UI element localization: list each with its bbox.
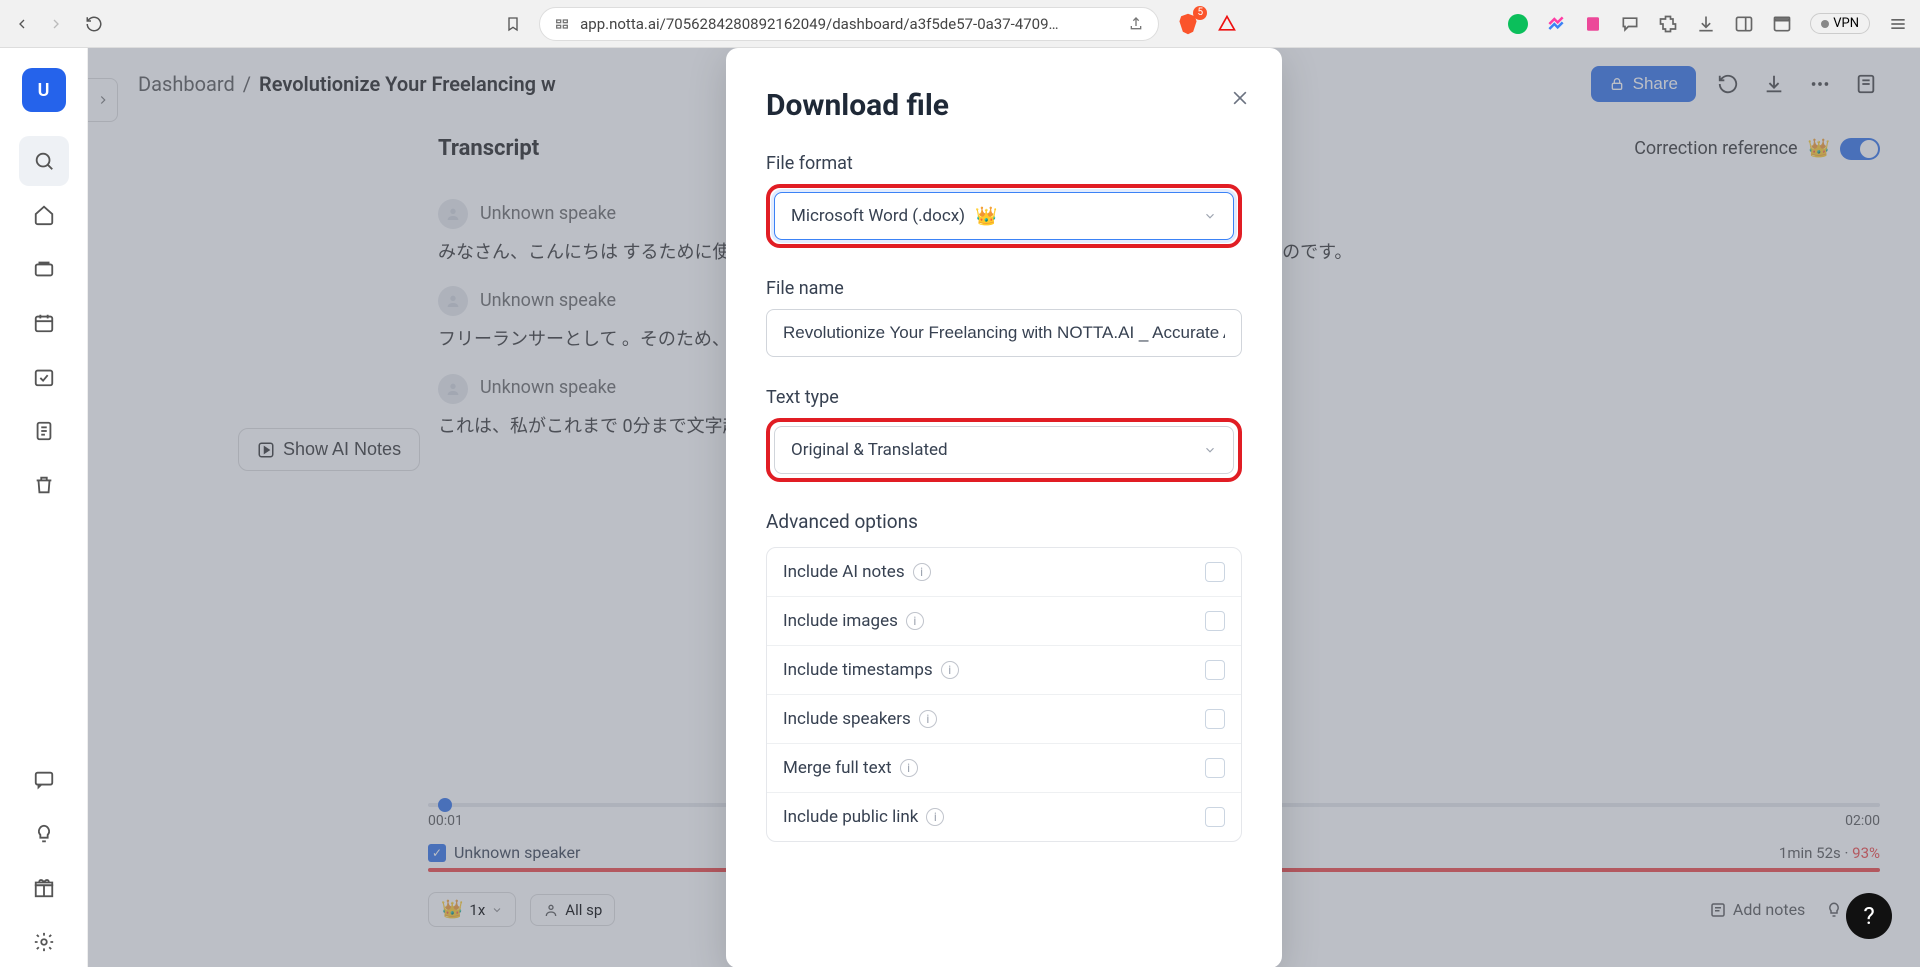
shield-count: 5 bbox=[1193, 6, 1207, 20]
content-pane: Dashboard / Revolutionize Your Freelanci… bbox=[88, 48, 1920, 967]
highlight-ring: Microsoft Word (.docx) 👑 bbox=[766, 184, 1242, 248]
modal-close-button[interactable] bbox=[1226, 84, 1254, 112]
file-name-label: File name bbox=[766, 278, 1242, 299]
vpn-label: VPN bbox=[1833, 16, 1859, 31]
rail-trash-button[interactable] bbox=[19, 460, 69, 510]
text-type-label: Text type bbox=[766, 387, 1242, 408]
extensions-button[interactable] bbox=[1658, 14, 1678, 34]
adv-option-images[interactable]: Include images i bbox=[767, 597, 1241, 646]
file-format-value: Microsoft Word (.docx) bbox=[791, 206, 965, 226]
vpn-button[interactable]: VPN bbox=[1810, 13, 1870, 34]
adv-option-label: Include speakers bbox=[783, 709, 911, 729]
info-icon[interactable]: i bbox=[919, 710, 937, 728]
nav-back-button[interactable] bbox=[12, 14, 32, 34]
adv-option-checkbox[interactable] bbox=[1205, 611, 1225, 631]
modal-overlay[interactable]: Download file File format Microsoft Word… bbox=[88, 48, 1920, 967]
info-icon[interactable]: i bbox=[926, 808, 944, 826]
extension-colorful-icon[interactable] bbox=[1546, 14, 1566, 34]
rail-gift-button[interactable] bbox=[19, 863, 69, 913]
advanced-options-label: Advanced options bbox=[766, 510, 1242, 533]
downloads-button[interactable] bbox=[1696, 14, 1716, 34]
sidepanel-button[interactable] bbox=[1734, 14, 1754, 34]
rail-search-button[interactable] bbox=[19, 136, 69, 186]
modal-title: Download file bbox=[766, 88, 1242, 123]
vpn-status-dot bbox=[1821, 20, 1829, 28]
help-fab[interactable]: ? bbox=[1846, 893, 1892, 939]
avatar-letter: U bbox=[38, 80, 50, 101]
left-rail: U bbox=[0, 48, 88, 967]
url-text: app.notta.ai/705628428089216​2049/dashbo… bbox=[580, 15, 1118, 33]
chevron-down-icon bbox=[1203, 209, 1217, 223]
site-settings-icon bbox=[554, 16, 570, 32]
share-url-icon[interactable] bbox=[1128, 16, 1144, 32]
bookmark-button[interactable] bbox=[503, 14, 523, 34]
rail-feedback-button[interactable] bbox=[19, 755, 69, 805]
adv-option-checkbox[interactable] bbox=[1205, 758, 1225, 778]
rail-settings-button[interactable] bbox=[19, 917, 69, 967]
highlight-ring: Original & Translated bbox=[766, 418, 1242, 482]
adv-option-label: Include images bbox=[783, 611, 898, 631]
close-icon bbox=[1230, 88, 1250, 108]
adv-option-public-link[interactable]: Include public link i bbox=[767, 793, 1241, 841]
browser-chrome: app.notta.ai/705628428089216​2049/dashbo… bbox=[0, 0, 1920, 48]
file-name-input-wrap bbox=[766, 309, 1242, 357]
file-name-input[interactable] bbox=[783, 323, 1225, 343]
info-icon[interactable]: i bbox=[906, 612, 924, 630]
extension-chat-icon[interactable] bbox=[1620, 14, 1640, 34]
rail-schedule-button[interactable] bbox=[19, 352, 69, 402]
nav-forward-button[interactable] bbox=[46, 14, 66, 34]
text-type-value: Original & Translated bbox=[791, 440, 948, 460]
adv-option-checkbox[interactable] bbox=[1205, 660, 1225, 680]
extension-notes-icon[interactable] bbox=[1584, 14, 1602, 34]
rail-doc-button[interactable] bbox=[19, 406, 69, 456]
crown-icon: 👑 bbox=[975, 206, 997, 227]
info-icon[interactable]: i bbox=[913, 563, 931, 581]
rail-folder-button[interactable] bbox=[19, 244, 69, 294]
wallet-button[interactable] bbox=[1772, 14, 1792, 34]
file-format-select[interactable]: Microsoft Word (.docx) 👑 bbox=[774, 192, 1234, 240]
advanced-options-list: Include AI notes i Include images i Incl… bbox=[766, 547, 1242, 842]
user-avatar[interactable]: U bbox=[22, 68, 66, 112]
browser-menu-button[interactable] bbox=[1888, 14, 1908, 34]
adv-option-speakers[interactable]: Include speakers i bbox=[767, 695, 1241, 744]
rail-calendar-button[interactable] bbox=[19, 298, 69, 348]
text-type-select[interactable]: Original & Translated bbox=[774, 426, 1234, 474]
info-icon[interactable]: i bbox=[941, 661, 959, 679]
url-bar[interactable]: app.notta.ai/705628428089216​2049/dashbo… bbox=[539, 7, 1159, 41]
brave-logo-icon[interactable] bbox=[1217, 14, 1237, 34]
rail-home-button[interactable] bbox=[19, 190, 69, 240]
file-format-label: File format bbox=[766, 153, 1242, 174]
info-icon[interactable]: i bbox=[900, 759, 918, 777]
adv-option-ai-notes[interactable]: Include AI notes i bbox=[767, 548, 1241, 597]
adv-option-checkbox[interactable] bbox=[1205, 709, 1225, 729]
adv-option-merge[interactable]: Merge full text i bbox=[767, 744, 1241, 793]
chevron-down-icon bbox=[1203, 443, 1217, 457]
adv-option-label: Merge full text bbox=[783, 758, 892, 778]
rail-idea-button[interactable] bbox=[19, 809, 69, 859]
adv-option-label: Include public link bbox=[783, 807, 918, 827]
reload-button[interactable] bbox=[84, 14, 104, 34]
adv-option-label: Include timestamps bbox=[783, 660, 933, 680]
brave-shield-icon[interactable]: 5 bbox=[1177, 12, 1199, 36]
adv-option-label: Include AI notes bbox=[783, 562, 905, 582]
adv-option-checkbox[interactable] bbox=[1205, 807, 1225, 827]
adv-option-timestamps[interactable]: Include timestamps i bbox=[767, 646, 1241, 695]
adv-option-checkbox[interactable] bbox=[1205, 562, 1225, 582]
download-modal: Download file File format Microsoft Word… bbox=[726, 48, 1282, 967]
extension-grammarly-icon[interactable] bbox=[1508, 14, 1528, 34]
